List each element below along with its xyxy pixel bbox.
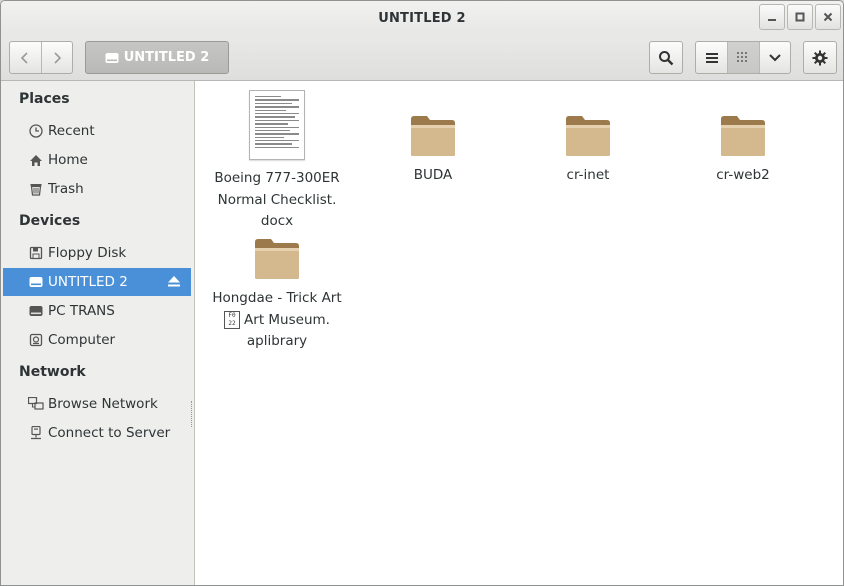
sidebar-item-label: UNTITLED 2 xyxy=(48,274,128,290)
file-name: BUDA xyxy=(413,167,453,183)
folder-icon xyxy=(255,239,299,279)
file-name: cr-inet xyxy=(566,167,610,183)
sidebar: Places Recent Home Trash Devices Floppy … xyxy=(1,81,195,585)
file-item[interactable]: Boeing 777-300ER Normal Checklist. docx xyxy=(207,90,347,233)
file-item[interactable]: cr-inet xyxy=(518,115,658,187)
file-name: cr-web2 xyxy=(716,167,770,183)
sidebar-item-trash[interactable]: Trash xyxy=(3,175,191,203)
folder-icon xyxy=(721,116,765,156)
forward-icon xyxy=(54,51,62,64)
close-button[interactable] xyxy=(815,4,841,30)
sidebar-section-devices: Devices xyxy=(19,213,81,229)
sidebar-item-home[interactable]: Home xyxy=(3,146,191,174)
forward-button[interactable] xyxy=(40,42,72,73)
view-options-button[interactable] xyxy=(758,42,790,73)
sidebar-item-label: Connect to Server xyxy=(48,425,171,441)
sidebar-section-places: Places xyxy=(19,91,70,107)
network-icon xyxy=(28,396,44,412)
sidebar-item-floppy-disk[interactable]: Floppy Disk xyxy=(3,239,191,267)
sidebar-item-recent[interactable]: Recent xyxy=(3,117,191,145)
navigation-buttons xyxy=(9,41,73,74)
sidebar-item-label: PC TRANS xyxy=(48,303,115,319)
sidebar-item-label: Recent xyxy=(48,123,95,139)
sidebar-item-untitled-2[interactable]: UNTITLED 2 xyxy=(3,268,191,296)
home-icon xyxy=(28,152,44,168)
missing-glyph-box: F0 22 xyxy=(224,310,241,329)
view-mode-buttons xyxy=(695,41,791,74)
drive-icon xyxy=(28,274,44,290)
sidebar-item-connect-to-server[interactable]: Connect to Server xyxy=(3,419,191,447)
folder-icon xyxy=(566,116,610,156)
back-button[interactable] xyxy=(10,42,41,73)
sidebar-item-computer[interactable]: Computer xyxy=(3,326,191,354)
toolbar: UNTITLED 2 xyxy=(1,36,843,81)
path-bar-label: UNTITLED 2 xyxy=(123,50,210,65)
trash-icon xyxy=(28,181,44,197)
eject-icon[interactable] xyxy=(167,274,181,292)
title-bar[interactable]: UNTITLED 2 xyxy=(1,1,843,36)
sidebar-item-label: Browse Network xyxy=(48,396,158,412)
window-title: UNTITLED 2 xyxy=(378,11,466,26)
sidebar-item-browse-network[interactable]: Browse Network xyxy=(3,390,191,418)
file-item[interactable]: cr-web2 xyxy=(673,115,813,187)
list-view-icon xyxy=(705,52,718,63)
chevron-down-icon xyxy=(769,53,781,61)
file-manager-window: UNTITLED 2 UNTITLED 2 Places Recent Home… xyxy=(0,0,844,586)
floppy-icon xyxy=(28,245,44,261)
sidebar-item-label: Computer xyxy=(48,332,116,348)
file-name: Hongdae - Trick Art F0 22 Art Museum. apli… xyxy=(212,290,342,349)
folder-icon xyxy=(411,116,455,156)
path-bar-button[interactable]: UNTITLED 2 xyxy=(85,41,229,74)
minimize-icon xyxy=(768,19,776,21)
file-item[interactable]: Hongdae - Trick Art F0 22 Art Museum. apli… xyxy=(207,238,347,353)
server-icon xyxy=(28,425,44,441)
settings-button[interactable] xyxy=(803,41,837,74)
sidebar-resize-handle[interactable] xyxy=(191,401,194,427)
file-view[interactable]: Boeing 777-300ER Normal Checklist. docx … xyxy=(196,81,843,585)
grid-view-button[interactable] xyxy=(727,42,759,73)
minimize-button[interactable] xyxy=(759,4,785,30)
close-icon xyxy=(823,12,833,22)
drive-icon xyxy=(28,303,44,319)
sidebar-item-label: Floppy Disk xyxy=(48,245,127,261)
clock-icon xyxy=(28,123,44,139)
document-icon xyxy=(249,90,305,160)
file-name: Boeing 777-300ER Normal Checklist. docx xyxy=(214,170,340,229)
gear-icon xyxy=(812,50,828,65)
drive-icon xyxy=(105,52,119,63)
sidebar-item-label: Home xyxy=(48,152,88,168)
grid-view-icon xyxy=(737,51,748,62)
list-view-button[interactable] xyxy=(696,42,727,73)
sidebar-item-pc-trans[interactable]: PC TRANS xyxy=(3,297,191,325)
computer-icon xyxy=(28,332,44,348)
maximize-icon xyxy=(795,12,805,22)
search-icon xyxy=(659,50,674,65)
search-button[interactable] xyxy=(649,41,683,74)
window-controls xyxy=(759,4,841,30)
sidebar-item-label: Trash xyxy=(48,181,84,197)
file-item[interactable]: BUDA xyxy=(363,115,503,187)
maximize-button[interactable] xyxy=(787,4,813,30)
sidebar-section-network: Network xyxy=(19,364,86,380)
back-icon xyxy=(21,51,29,64)
